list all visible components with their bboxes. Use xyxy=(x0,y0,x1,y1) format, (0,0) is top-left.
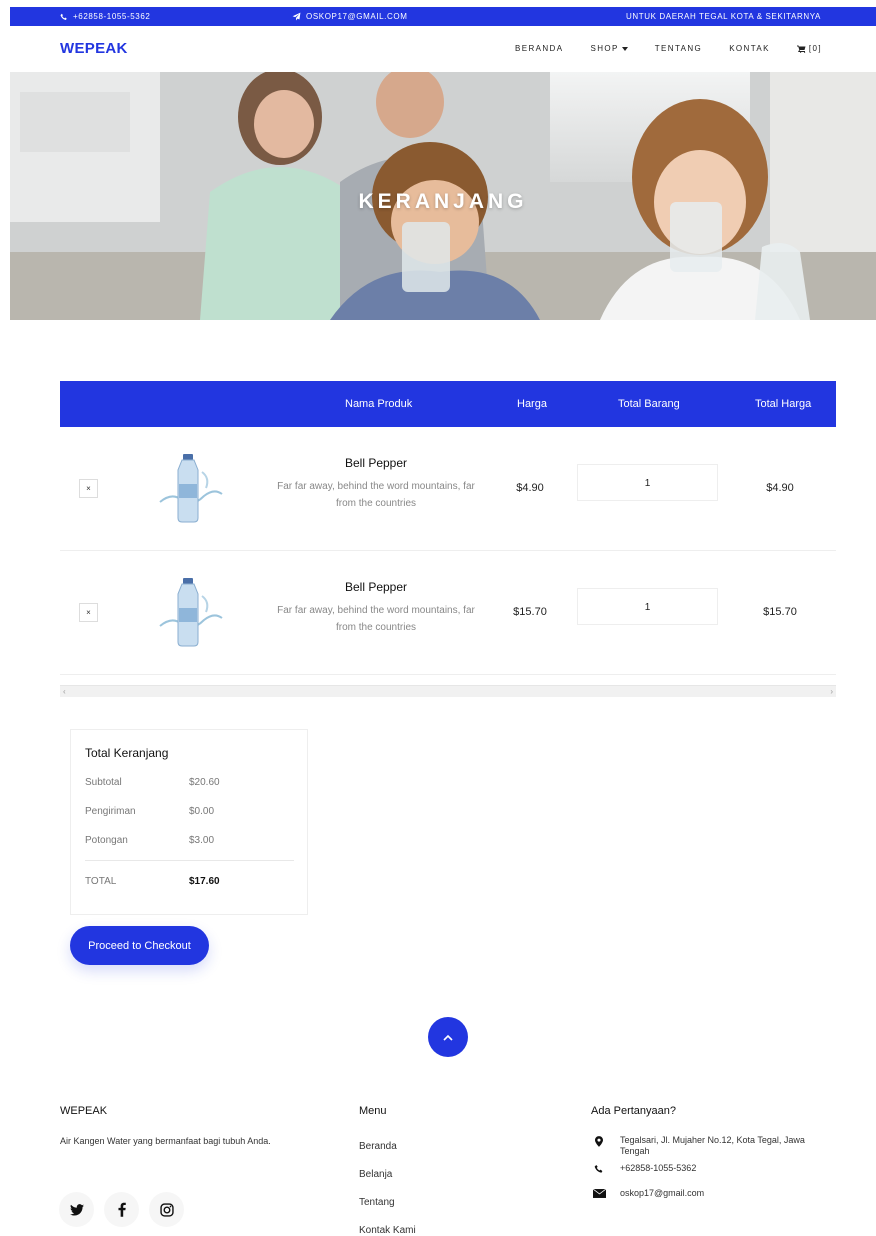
total-label: TOTAL xyxy=(85,876,117,887)
cart-table: Nama Produk Harga Total Barang Total Har… xyxy=(60,381,836,675)
footer-brand: WEPEAK xyxy=(60,1105,108,1117)
footer-phone[interactable]: +62858-1055-5362 xyxy=(591,1163,696,1174)
footer-address: Tegalsari, Jl. Mujaher No.12, Kota Tegal… xyxy=(591,1135,835,1157)
footer-link-tentang[interactable]: Tentang xyxy=(359,1197,395,1208)
main-nav: BERANDA SHOP TENTANG KONTAK [0] xyxy=(515,44,822,53)
topbar-region: UNTUK DAERAH TEGAL KOTA & SEKITARNYA xyxy=(626,12,821,21)
row-total: $15.70 xyxy=(763,606,797,618)
phone-icon xyxy=(60,13,67,20)
brand-logo[interactable]: WEPEAK xyxy=(60,40,128,57)
product-price: $4.90 xyxy=(516,482,544,494)
nav-tentang[interactable]: TENTANG xyxy=(655,44,702,53)
nav-shop-dropdown[interactable]: SHOP xyxy=(590,44,628,53)
caret-down-icon xyxy=(621,46,628,51)
col-product-name: Nama Produk xyxy=(345,398,413,410)
footer-email[interactable]: oskop17@gmail.com xyxy=(591,1188,704,1199)
quantity-input[interactable]: 1 xyxy=(577,464,718,501)
product-price: $15.70 xyxy=(513,606,547,618)
discount-value: $3.00 xyxy=(189,835,215,846)
topbar-phone: +62858-1055-5362 xyxy=(60,12,150,21)
footer-link-belanja[interactable]: Belanja xyxy=(359,1169,392,1180)
topbar-email-text: OSKOP17@GMAIL.COM xyxy=(306,12,408,21)
cart-table-header: Nama Produk Harga Total Barang Total Har… xyxy=(60,381,836,427)
nav-beranda[interactable]: BERANDA xyxy=(515,44,563,53)
summary-subtotal: Subtotal $20.60 xyxy=(85,777,220,788)
envelope-icon xyxy=(592,1189,606,1198)
hero-banner: KERANJANG xyxy=(10,72,876,320)
shipping-label: Pengiriman xyxy=(85,806,136,817)
address-text: Tegalsari, Jl. Mujaher No.12, Kota Tegal… xyxy=(620,1135,805,1156)
page-title: KERANJANG xyxy=(358,190,528,213)
twitter-icon xyxy=(69,1203,84,1216)
cart-row: × Bell Pepper Far far away, behind the w… xyxy=(60,427,836,551)
navbar: WEPEAK BERANDA SHOP TENTANG KONTAK [0] xyxy=(10,26,876,72)
product-name: Bell Pepper xyxy=(344,456,408,470)
top-bar: +62858-1055-5362 OSKOP17@GMAIL.COM UNTUK… xyxy=(10,7,876,26)
paper-plane-icon xyxy=(292,12,301,21)
summary-title: Total Keranjang xyxy=(85,746,169,760)
topbar-region-text: UNTUK DAERAH TEGAL KOTA & SEKITARNYA xyxy=(626,12,821,21)
phone-text: +62858-1055-5362 xyxy=(620,1163,697,1173)
instagram-icon xyxy=(159,1202,174,1217)
scroll-left-icon[interactable]: ‹ xyxy=(63,686,66,698)
map-marker-icon xyxy=(595,1136,603,1147)
col-quantity: Total Barang xyxy=(618,398,680,410)
subtotal-label: Subtotal xyxy=(85,777,122,788)
footer-link-kontak[interactable]: Kontak Kami xyxy=(359,1225,416,1236)
topbar-phone-text: +62858-1055-5362 xyxy=(73,12,151,21)
row-total: $4.90 xyxy=(766,482,794,494)
remove-item-button[interactable]: × xyxy=(79,479,98,498)
cart-icon xyxy=(796,45,806,53)
facebook-icon xyxy=(117,1202,126,1217)
product-image[interactable] xyxy=(152,576,226,648)
horizontal-scrollbar[interactable]: ‹ › xyxy=(60,685,836,697)
subtotal-value: $20.60 xyxy=(189,777,220,788)
nav-shop-label: SHOP xyxy=(590,44,619,53)
footer-link-beranda[interactable]: Beranda xyxy=(359,1141,397,1152)
twitter-link[interactable] xyxy=(59,1192,94,1227)
facebook-link[interactable] xyxy=(104,1192,139,1227)
nav-cart[interactable]: [0] xyxy=(796,44,822,53)
quantity-input[interactable]: 1 xyxy=(577,588,718,625)
footer-description: Air Kangen Water yang bermanfaat bagi tu… xyxy=(60,1136,271,1146)
cart-summary: Total Keranjang Subtotal $20.60 Pengirim… xyxy=(70,729,308,915)
back-to-top-button[interactable] xyxy=(428,1017,468,1057)
cart-row: × Bell Pepper Far far away, behind the w… xyxy=(60,551,836,675)
nav-kontak[interactable]: KONTAK xyxy=(729,44,770,53)
discount-label: Potongan xyxy=(85,835,128,846)
footer-contact-title: Ada Pertanyaan? xyxy=(591,1105,677,1117)
summary-shipping: Pengiriman $0.00 xyxy=(85,806,214,817)
product-name: Bell Pepper xyxy=(344,580,408,594)
total-value: $17.60 xyxy=(189,876,220,887)
checkout-button[interactable]: Proceed to Checkout xyxy=(70,926,209,965)
shipping-value: $0.00 xyxy=(189,806,215,817)
summary-divider xyxy=(85,860,294,861)
summary-discount: Potongan $3.00 xyxy=(85,835,214,846)
product-image[interactable] xyxy=(152,452,226,524)
col-price: Harga xyxy=(517,398,547,410)
footer-menu-title: Menu xyxy=(359,1105,387,1117)
cart-count: [0] xyxy=(808,44,822,53)
product-description: Far far away, behind the word mountains,… xyxy=(277,481,475,509)
email-text: oskop17@gmail.com xyxy=(620,1188,705,1198)
instagram-link[interactable] xyxy=(149,1192,184,1227)
phone-icon xyxy=(594,1164,603,1173)
summary-total: TOTAL $17.60 xyxy=(85,876,220,887)
product-description: Far far away, behind the word mountains,… xyxy=(277,605,475,633)
scroll-right-icon[interactable]: › xyxy=(830,686,833,698)
topbar-email[interactable]: OSKOP17@GMAIL.COM xyxy=(292,12,407,21)
remove-item-button[interactable]: × xyxy=(79,603,98,622)
chevron-up-icon xyxy=(443,1034,453,1041)
col-total: Total Harga xyxy=(755,398,812,410)
